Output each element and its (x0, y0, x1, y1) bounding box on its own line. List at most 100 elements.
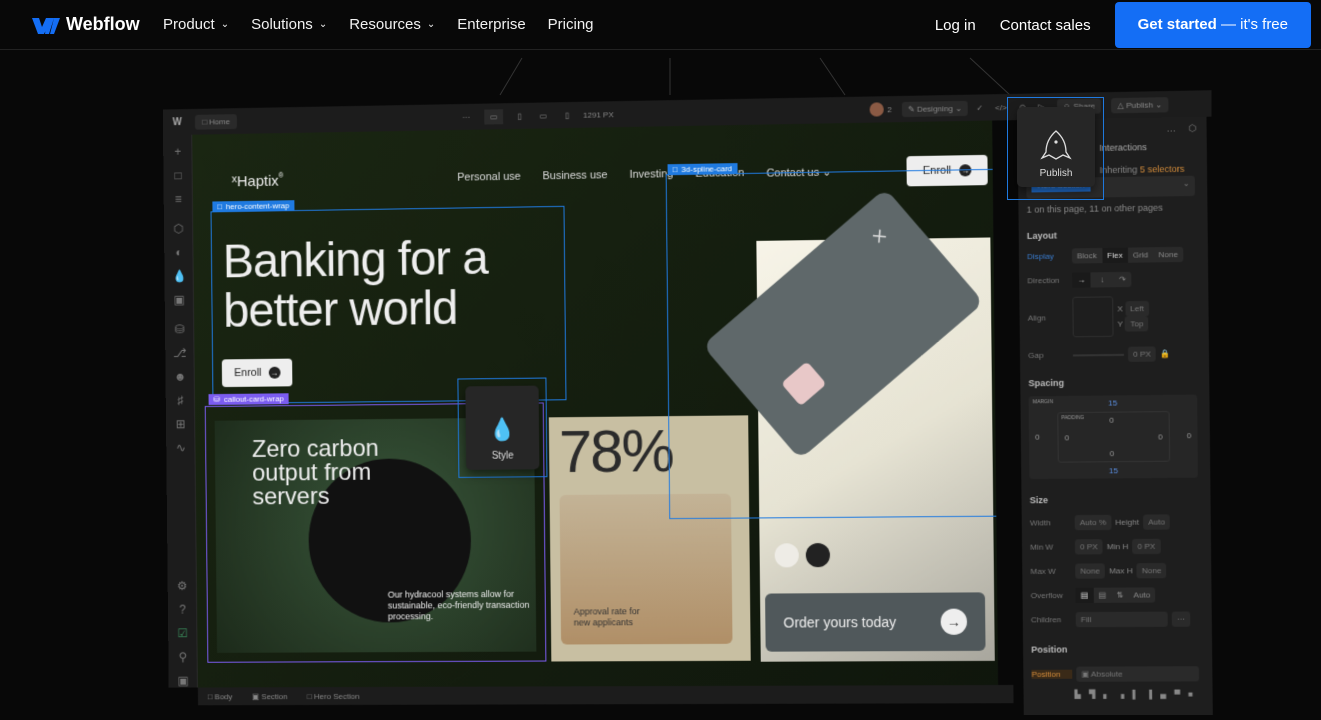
overflow-scroll-icon[interactable]: ⇅ (1111, 588, 1128, 603)
components-icon[interactable]: ⬡ (172, 222, 186, 236)
avatar[interactable] (869, 102, 884, 117)
preset-top-icon[interactable]: ▀ (1174, 690, 1180, 699)
tab-interactions[interactable]: Interactions (1099, 142, 1147, 153)
lock-icon[interactable]: 🔒 (1160, 349, 1170, 358)
haptix-logo[interactable]: xHaptix® (232, 173, 284, 191)
mode-dropdown[interactable]: ✎ Designing ⌄ (901, 100, 969, 117)
get-started-button[interactable]: Get started — it's free (1114, 2, 1311, 48)
search-icon[interactable]: ⚲ (176, 650, 190, 664)
help-icon[interactable]: ? (176, 603, 190, 617)
margin-bottom[interactable]: 15 (1109, 466, 1118, 475)
audit-icon[interactable]: ∿ (174, 441, 188, 455)
navigator-icon[interactable]: ≡ (171, 192, 185, 206)
min-w-input[interactable]: 0 PX (1074, 539, 1103, 555)
size-section-title[interactable]: Size (1030, 495, 1048, 505)
apps-icon[interactable]: ⊞ (174, 417, 188, 431)
landscape-icon[interactable]: ▭ (539, 111, 547, 120)
assets-icon[interactable]: ▣ (172, 293, 186, 307)
margin-left[interactable]: 0 (1035, 433, 1040, 442)
direction-column-icon[interactable]: ↓ (1090, 272, 1114, 287)
video-icon[interactable]: ▣ (176, 674, 190, 688)
overflow-auto[interactable]: Auto (1128, 587, 1155, 602)
gap-slider[interactable] (1072, 353, 1124, 356)
gap-input[interactable]: 0 PX (1127, 346, 1157, 362)
style-tooltip[interactable]: 💧 Style (465, 385, 540, 470)
site-nav-personal[interactable]: Personal use (457, 171, 521, 185)
direction-row-icon[interactable]: → (1072, 272, 1091, 288)
preset-top-right-icon[interactable]: ▜ (1089, 690, 1095, 699)
padding-left[interactable]: 0 (1065, 433, 1070, 442)
ecommerce-icon[interactable]: ♯ (173, 393, 187, 407)
add-component-icon[interactable]: ⬡ (1188, 123, 1196, 134)
nav-enterprise[interactable]: Enterprise (457, 16, 525, 33)
nav-solutions[interactable]: Solutions ⌄ (251, 16, 327, 33)
selectors-count[interactable]: 5 selectors (1140, 164, 1185, 175)
color-swatch-light[interactable] (774, 543, 799, 568)
logic-icon[interactable]: ⎇ (173, 346, 187, 360)
nav-pricing[interactable]: Pricing (548, 16, 594, 33)
breadcrumb-body[interactable]: □ Body (208, 692, 233, 701)
more-icon[interactable]: ··· (1171, 611, 1191, 627)
display-flex[interactable]: Flex (1101, 247, 1128, 264)
webflow-logo[interactable]: Webflow (32, 14, 140, 35)
more-icon[interactable]: ··· (462, 112, 470, 121)
cms-icon[interactable]: ⛁ (173, 322, 187, 336)
x-value[interactable]: Left (1125, 300, 1150, 317)
preset-bottom-left-icon[interactable]: ▖ (1103, 690, 1109, 699)
login-link[interactable]: Log in (935, 17, 976, 34)
display-grid[interactable]: Grid (1128, 247, 1154, 263)
phone-icon[interactable]: ▯ (565, 111, 569, 120)
align-grid[interactable] (1072, 296, 1114, 338)
checklist-icon[interactable]: ☑ (176, 626, 190, 640)
preset-top-left-icon[interactable]: ▙ (1074, 690, 1080, 699)
display-block[interactable]: Block (1072, 248, 1102, 264)
layout-section-title[interactable]: Layout (1027, 230, 1057, 241)
order-button[interactable]: Order yours today → (765, 592, 986, 652)
position-section-title[interactable]: Position (1031, 644, 1067, 654)
height-input[interactable]: Auto (1142, 514, 1171, 530)
page-selector[interactable]: □ Home (195, 113, 237, 130)
plus-icon[interactable]: + (171, 145, 185, 159)
more-icon[interactable]: ··· (1167, 125, 1176, 135)
nav-resources[interactable]: Resources ⌄ (349, 16, 435, 33)
settings-icon[interactable]: ⚙ (175, 579, 189, 593)
nav-product[interactable]: Product ⌄ (163, 16, 229, 33)
direction-wrap-icon[interactable]: ↷ (1114, 272, 1131, 287)
breadcrumb-hero-section[interactable]: □ Hero Section (307, 691, 359, 700)
users-icon[interactable]: ☻ (173, 370, 187, 384)
min-h-input[interactable]: 0 PX (1132, 538, 1161, 555)
tablet-icon[interactable]: ▯ (517, 111, 521, 120)
code-icon[interactable]: </> (995, 103, 1007, 112)
align-y[interactable]: Y Top (1117, 316, 1149, 332)
spacing-section-title[interactable]: Spacing (1028, 378, 1064, 388)
contact-sales-link[interactable]: Contact sales (1000, 17, 1091, 34)
desktop-breakpoint-icon[interactable]: ▭ (484, 108, 504, 125)
site-nav-business[interactable]: Business use (542, 169, 607, 183)
style-drops-icon[interactable]: 💧 (172, 269, 187, 283)
publish-button[interactable]: △ Publish ⌄ (1111, 96, 1169, 113)
width-input[interactable]: Auto % (1074, 514, 1112, 531)
preset-bottom-icon[interactable]: ▄ (1160, 690, 1166, 699)
padding-top[interactable]: 0 (1109, 416, 1114, 425)
preset-left-icon[interactable]: ▌ (1132, 690, 1138, 699)
overflow-visible-icon[interactable]: ▤ (1075, 587, 1094, 603)
color-swatch-dark[interactable] (805, 543, 831, 568)
page-icon[interactable]: □ (171, 168, 185, 182)
align-x[interactable]: X Left (1117, 300, 1150, 317)
preset-full-icon[interactable]: ■ (1188, 690, 1193, 699)
overflow-hidden-icon[interactable]: ▤ (1093, 588, 1111, 603)
children-select[interactable]: Fill (1075, 611, 1168, 628)
variables-icon[interactable]: ◐ (172, 245, 186, 259)
preset-right-icon[interactable]: ▐ (1146, 690, 1152, 699)
padding-bottom[interactable]: 0 (1110, 449, 1115, 458)
max-h-input[interactable]: None (1136, 563, 1167, 579)
preset-bottom-right-icon[interactable]: ▗ (1118, 690, 1124, 699)
display-none[interactable]: None (1153, 247, 1183, 263)
position-select[interactable]: ▣ Absolute (1076, 666, 1200, 682)
publish-tooltip[interactable]: Publish (1017, 107, 1095, 187)
margin-top[interactable]: 15 (1108, 398, 1117, 407)
margin-right[interactable]: 0 (1187, 431, 1192, 440)
design-canvas[interactable]: xHaptix® Personal use Business use Inves… (192, 120, 999, 688)
max-w-input[interactable]: None (1075, 563, 1106, 579)
y-value[interactable]: Top (1125, 316, 1149, 332)
